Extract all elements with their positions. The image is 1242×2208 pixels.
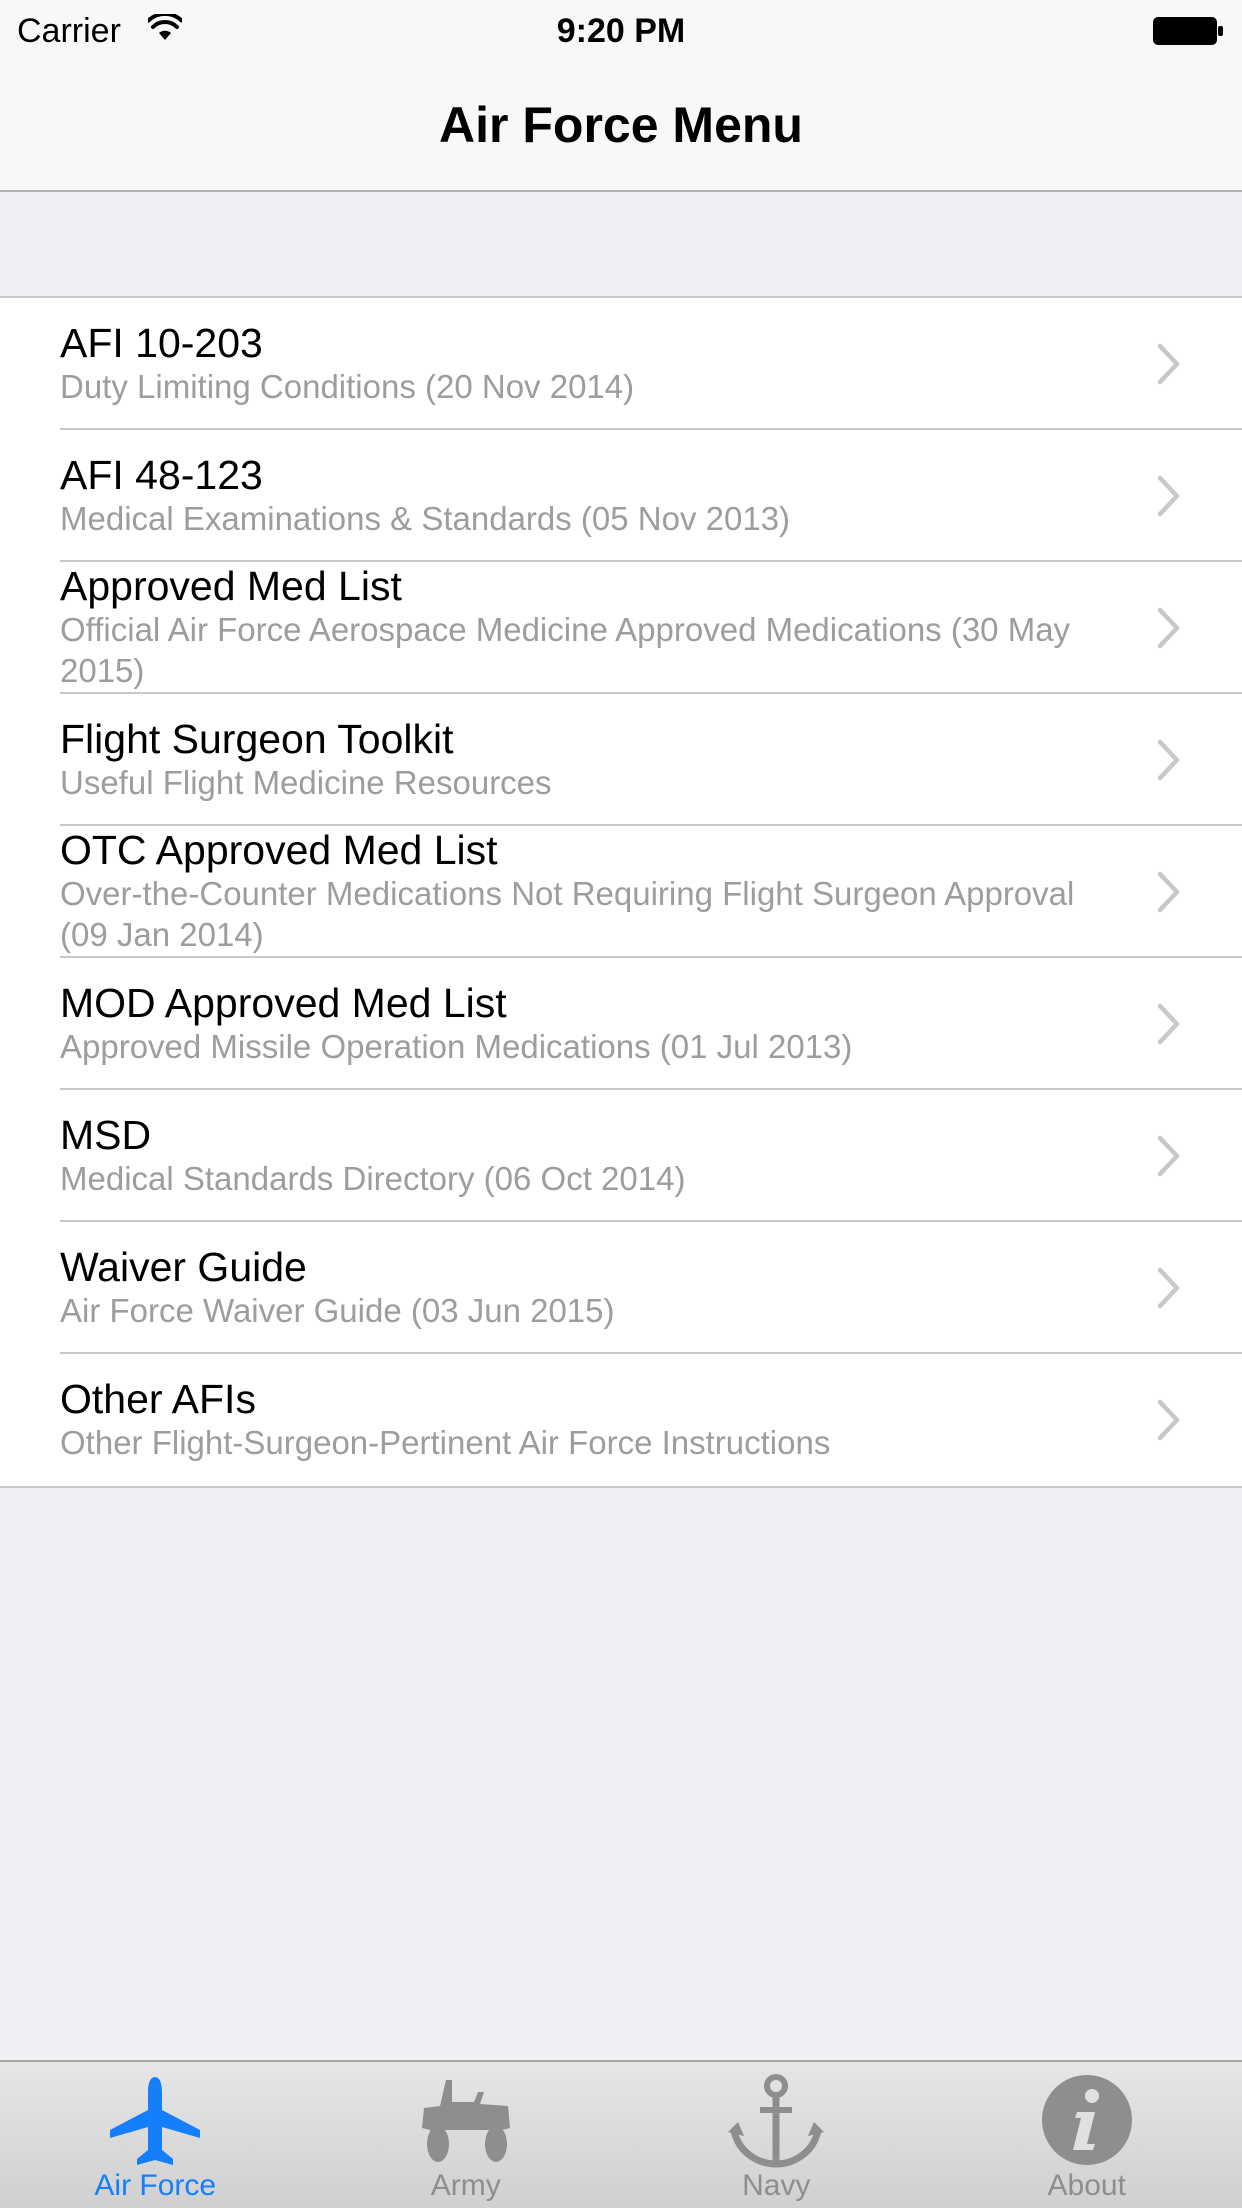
chevron-right-icon: [1157, 607, 1180, 649]
menu-item-other-afis[interactable]: Other AFIs Other Flight-Surgeon-Pertinen…: [0, 1354, 1242, 1486]
tab-bar: Air Force Army Navy About: [0, 2060, 1242, 2208]
airplane-icon: [110, 2077, 201, 2165]
tab-label: Navy: [742, 2169, 811, 2202]
chevron-right-icon: [1157, 343, 1180, 385]
menu-item-approved-med-list[interactable]: Approved Med List Official Air Force Aer…: [0, 562, 1242, 694]
tab-army[interactable]: Army: [311, 2062, 622, 2208]
menu-item-subtitle: Medical Standards Directory (06 Oct 2014…: [60, 1159, 686, 1197]
tab-air-force[interactable]: Air Force: [0, 2062, 311, 2208]
tab-label: Air Force: [94, 2169, 217, 2202]
info-icon: [1041, 2075, 1132, 2165]
chevron-right-icon: [1157, 1003, 1180, 1045]
status-bar: Carrier 9:20 PM: [0, 0, 1242, 60]
menu-item-waiver-guide[interactable]: Waiver Guide Air Force Waiver Guide (03 …: [0, 1222, 1242, 1354]
tab-label: About: [1047, 2169, 1126, 2202]
menu-item-msd[interactable]: MSD Medical Standards Directory (06 Oct …: [0, 1090, 1242, 1222]
tab-about[interactable]: About: [932, 2062, 1242, 2208]
menu-item-subtitle: Official Air Force Aerospace Medicine Ap…: [60, 611, 1071, 689]
menu-item-subtitle: Duty Limiting Conditions (20 Nov 2014): [60, 367, 635, 405]
tab-navy[interactable]: Navy: [621, 2062, 932, 2208]
menu-item-subtitle: Over-the-Counter Medications Not Requiri…: [60, 875, 1075, 953]
jeep-icon: [421, 2080, 510, 2162]
chevron-right-icon: [1157, 1135, 1180, 1177]
status-time: 9:20 PM: [556, 12, 686, 50]
tab-label: Army: [430, 2169, 501, 2202]
battery-full-icon: [1153, 17, 1223, 45]
chevron-right-icon: [1157, 739, 1180, 781]
menu-item-title: Approved Med List: [60, 563, 402, 609]
menu-item-title: MOD Approved Med List: [60, 979, 507, 1026]
chevron-right-icon: [1157, 475, 1180, 517]
anchor-icon: [728, 2074, 825, 2168]
menu-item-otc-approved-med-list[interactable]: OTC Approved Med List Over-the-Counter M…: [0, 826, 1242, 958]
chevron-right-icon: [1157, 1399, 1180, 1441]
menu-item-subtitle: Approved Missile Operation Medications (…: [60, 1027, 853, 1065]
page-title: Air Force Menu: [439, 97, 803, 153]
menu-item-title: AFI 48-123: [60, 451, 263, 498]
menu-item-subtitle: Medical Examinations & Standards (05 Nov…: [60, 499, 791, 537]
menu-item-title: OTC Approved Med List: [60, 827, 498, 873]
chevron-right-icon: [1157, 1267, 1180, 1309]
menu-item-title: MSD: [60, 1111, 152, 1158]
navigation-bar: Air Force Menu: [0, 60, 1242, 192]
menu-item-flight-surgeon-toolkit[interactable]: Flight Surgeon Toolkit Useful Flight Med…: [0, 694, 1242, 826]
menu-item-subtitle: Air Force Waiver Guide (03 Jun 2015): [60, 1291, 615, 1329]
menu-item-title: Flight Surgeon Toolkit: [60, 715, 454, 762]
menu-item-title: AFI 10-203: [60, 319, 263, 366]
menu-item-subtitle: Useful Flight Medicine Resources: [60, 763, 552, 801]
menu-item-mod-approved-med-list[interactable]: MOD Approved Med List Approved Missile O…: [0, 958, 1242, 1090]
menu-item-title: Waiver Guide: [60, 1243, 307, 1290]
menu-list: AFI 10-203 Duty Limiting Conditions (20 …: [0, 296, 1242, 1488]
menu-item-afi-10-203[interactable]: AFI 10-203 Duty Limiting Conditions (20 …: [0, 298, 1242, 430]
menu-item-title: Other AFIs: [60, 1375, 256, 1422]
menu-item-afi-48-123[interactable]: AFI 48-123 Medical Examinations & Standa…: [0, 430, 1242, 562]
chevron-right-icon: [1157, 871, 1180, 913]
menu-item-subtitle: Other Flight-Surgeon-Pertinent Air Force…: [60, 1423, 831, 1461]
